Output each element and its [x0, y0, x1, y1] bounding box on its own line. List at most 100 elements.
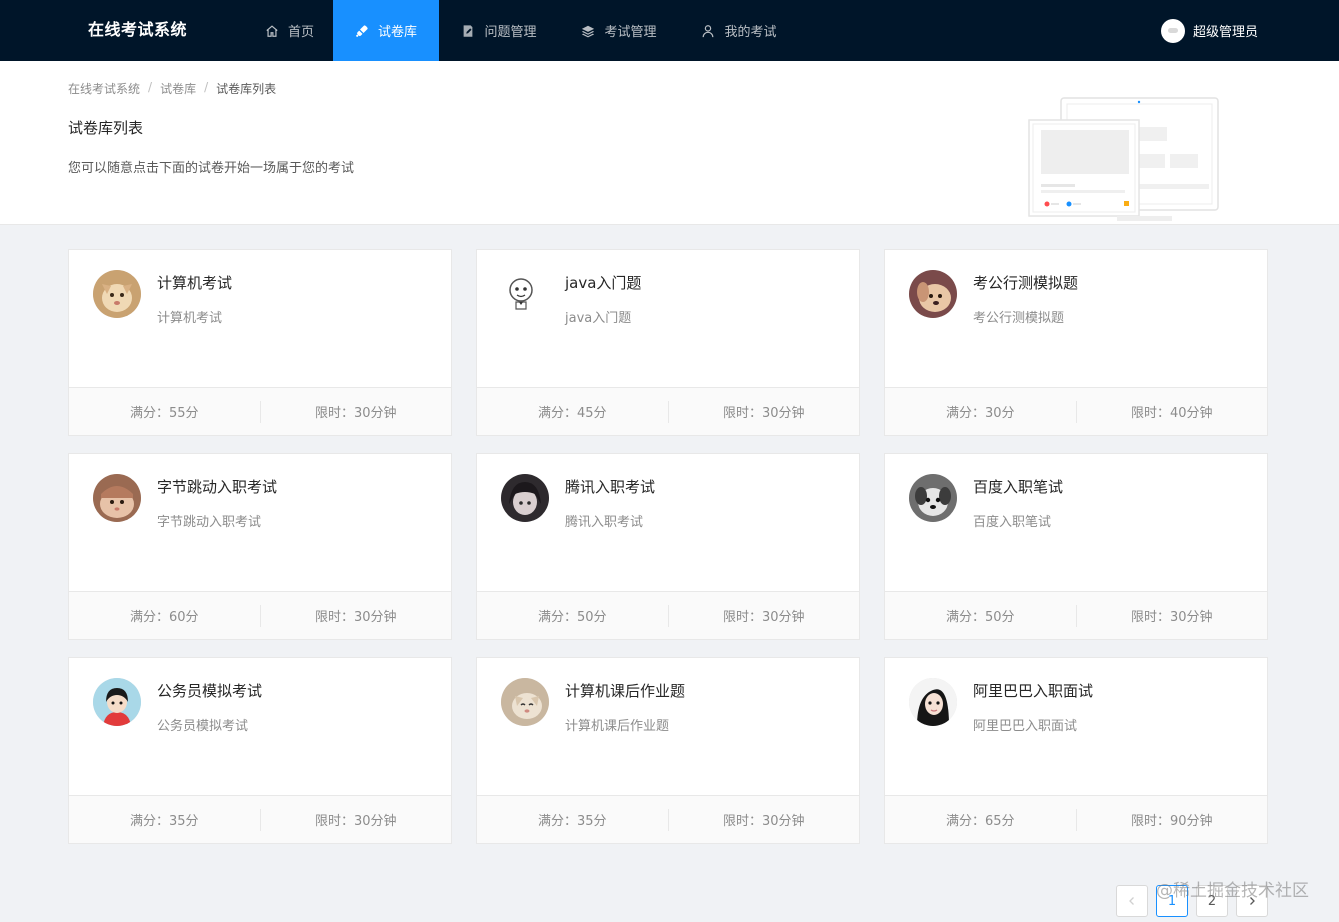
chevron-right-icon: [1250, 897, 1255, 905]
user-icon: [701, 24, 715, 38]
nav-home[interactable]: 首页: [246, 0, 333, 61]
page-button-2[interactable]: 2: [1196, 885, 1228, 917]
girl-avatar: [93, 678, 141, 726]
paper-description: 腾讯入职考试: [565, 515, 644, 530]
breadcrumb-separator: /: [148, 80, 153, 94]
paper-title: 阿里巴巴入职面试: [973, 682, 1094, 700]
paper-time-limit: 限时：30分钟: [722, 814, 805, 829]
paper-time-limit: 限时：40分钟: [1130, 406, 1213, 421]
paper-card[interactable]: 腾讯入职考试 腾讯入职考试 满分：50分 限时：30分钟: [476, 453, 860, 640]
paper-card[interactable]: java入门题 java入门题 满分：45分 限时：30分钟: [476, 249, 860, 436]
dog-avatar: [909, 270, 957, 318]
paper-title: 字节跳动入职考试: [157, 478, 278, 496]
woman-avatar: [909, 678, 957, 726]
user-name: 超级管理员: [1193, 25, 1259, 40]
page-title: 试卷库列表: [68, 119, 144, 137]
kitten-avatar: [501, 678, 549, 726]
paper-title: 腾讯入职考试: [565, 478, 656, 496]
paper-card-footer: 满分：45分 限时：30分钟: [477, 387, 859, 435]
paper-time-limit: 限时：30分钟: [314, 814, 397, 829]
nav-exam-manage[interactable]: 考试管理: [559, 0, 679, 61]
paper-card[interactable]: 阿里巴巴入职面试 阿里巴巴入职面试 满分：65分 限时：90分钟: [884, 657, 1268, 844]
nav-paper-library[interactable]: 试卷库: [333, 0, 439, 61]
next-page-button[interactable]: [1236, 885, 1268, 917]
top-navbar: 在线考试系统 首页 试卷库 问题管理 考试管理 我的考试 超级管理员: [0, 0, 1339, 61]
paper-card-footer: 满分：55分 限时：30分钟: [69, 387, 451, 435]
paper-title: 计算机课后作业题: [565, 682, 686, 700]
paper-card[interactable]: 字节跳动入职考试 字节跳动入职考试 满分：60分 限时：30分钟: [68, 453, 452, 640]
paper-card-footer: 满分：50分 限时：30分钟: [477, 591, 859, 639]
paper-description: 计算机课后作业题: [565, 719, 670, 734]
page-description: 您可以随意点击下面的试卷开始一场属于您的考试: [68, 161, 355, 176]
nav-exam-manage-label: 考试管理: [604, 25, 657, 40]
nav-my-exams[interactable]: 我的考试: [679, 0, 799, 61]
breadcrumb-current: 试卷库列表: [216, 82, 277, 96]
paper-full-score: 满分：65分: [945, 814, 1015, 829]
paper-full-score: 满分：45分: [537, 406, 607, 421]
cat-avatar: [93, 270, 141, 318]
paper-title: java入门题: [565, 274, 642, 292]
paper-card[interactable]: 计算机课后作业题 计算机课后作业题 满分：35分 限时：30分钟: [476, 657, 860, 844]
paper-full-score: 满分：55分: [129, 406, 199, 421]
breadcrumb-link-library[interactable]: 试卷库: [160, 80, 196, 97]
pagination: 1 2: [1116, 885, 1276, 917]
paper-card-footer: 满分：60分 限时：30分钟: [69, 591, 451, 639]
paper-description: 考公行测模拟题: [973, 311, 1065, 326]
paper-card-footer: 满分：35分 限时：30分钟: [69, 795, 451, 843]
paper-card-footer: 满分：50分 限时：30分钟: [885, 591, 1267, 639]
paper-full-score: 满分：35分: [129, 814, 199, 829]
paper-title: 计算机考试: [157, 274, 233, 292]
paper-time-limit: 限时：30分钟: [722, 406, 805, 421]
paper-description: java入门题: [565, 311, 632, 326]
anime-avatar: [501, 474, 549, 522]
rocket-icon: [355, 24, 369, 38]
paper-description: 阿里巴巴入职面试: [973, 719, 1078, 734]
paper-time-limit: 限时：30分钟: [314, 610, 397, 625]
paper-card[interactable]: 公务员模拟考试 公务员模拟考试 满分：35分 限时：30分钟: [68, 657, 452, 844]
page-header: 在线考试系统 / 试卷库 / 试卷库列表 试卷库列表 您可以随意点击下面的试卷开…: [0, 61, 1339, 225]
user-avatar: [1161, 18, 1185, 43]
nav-my-exams-label: 我的考试: [724, 25, 777, 40]
edit-doc-icon: [461, 24, 475, 38]
chevron-left-icon: [1129, 897, 1134, 905]
paper-full-score: 满分：30分: [945, 406, 1015, 421]
paper-card-footer: 满分：35分 限时：30分钟: [477, 795, 859, 843]
paper-card[interactable]: 计算机考试 计算机考试 满分：55分 限时：30分钟: [68, 249, 452, 436]
nav-question-manage[interactable]: 问题管理: [439, 0, 559, 61]
home-icon: [265, 24, 279, 38]
prev-page-button[interactable]: [1116, 885, 1148, 917]
paper-card-footer: 满分：65分 限时：90分钟: [885, 795, 1267, 843]
paper-time-limit: 限时：30分钟: [722, 610, 805, 625]
breadcrumb-link-home[interactable]: 在线考试系统: [68, 80, 140, 97]
paper-description: 字节跳动入职考试: [157, 515, 262, 530]
paper-description: 计算机考试: [157, 311, 223, 326]
paper-full-score: 满分：35分: [537, 814, 607, 829]
breadcrumb: 在线考试系统 / 试卷库 / 试卷库列表: [68, 80, 276, 97]
paper-description: 公务员模拟考试: [157, 719, 249, 734]
nav-home-label: 首页: [287, 25, 314, 40]
breadcrumb-separator: /: [204, 80, 209, 94]
paper-card-footer: 满分：30分 限时：40分钟: [885, 387, 1267, 435]
stack-icon: [581, 24, 595, 38]
paper-time-limit: 限时：30分钟: [1130, 610, 1213, 625]
page-button-1[interactable]: 1: [1156, 885, 1188, 917]
paper-time-limit: 限时：30分钟: [314, 406, 397, 421]
nav-paper-library-label: 试卷库: [377, 25, 417, 40]
puppy-avatar: [909, 474, 957, 522]
app-brand[interactable]: 在线考试系统: [88, 0, 187, 61]
paper-full-score: 满分：50分: [945, 610, 1015, 625]
paper-title: 公务员模拟考试: [157, 682, 263, 700]
user-menu[interactable]: 超级管理员: [1161, 0, 1258, 61]
main-nav: 首页 试卷库 问题管理 考试管理 我的考试: [246, 0, 799, 61]
paper-title: 百度入职笔试: [973, 478, 1064, 496]
paper-card[interactable]: 考公行测模拟题 考公行测模拟题 满分：30分 限时：40分钟: [884, 249, 1268, 436]
paper-title: 考公行测模拟题: [973, 274, 1079, 292]
nav-question-manage-label: 问题管理: [484, 25, 537, 40]
hamster-avatar: [93, 474, 141, 522]
paper-full-score: 满分：60分: [129, 610, 199, 625]
paper-full-score: 满分：50分: [537, 610, 607, 625]
paper-time-limit: 限时：90分钟: [1130, 814, 1213, 829]
paper-card[interactable]: 百度入职笔试 百度入职笔试 满分：50分 限时：30分钟: [884, 453, 1268, 640]
cartoon-avatar: [501, 270, 549, 318]
header-illustration: [1028, 97, 1219, 221]
